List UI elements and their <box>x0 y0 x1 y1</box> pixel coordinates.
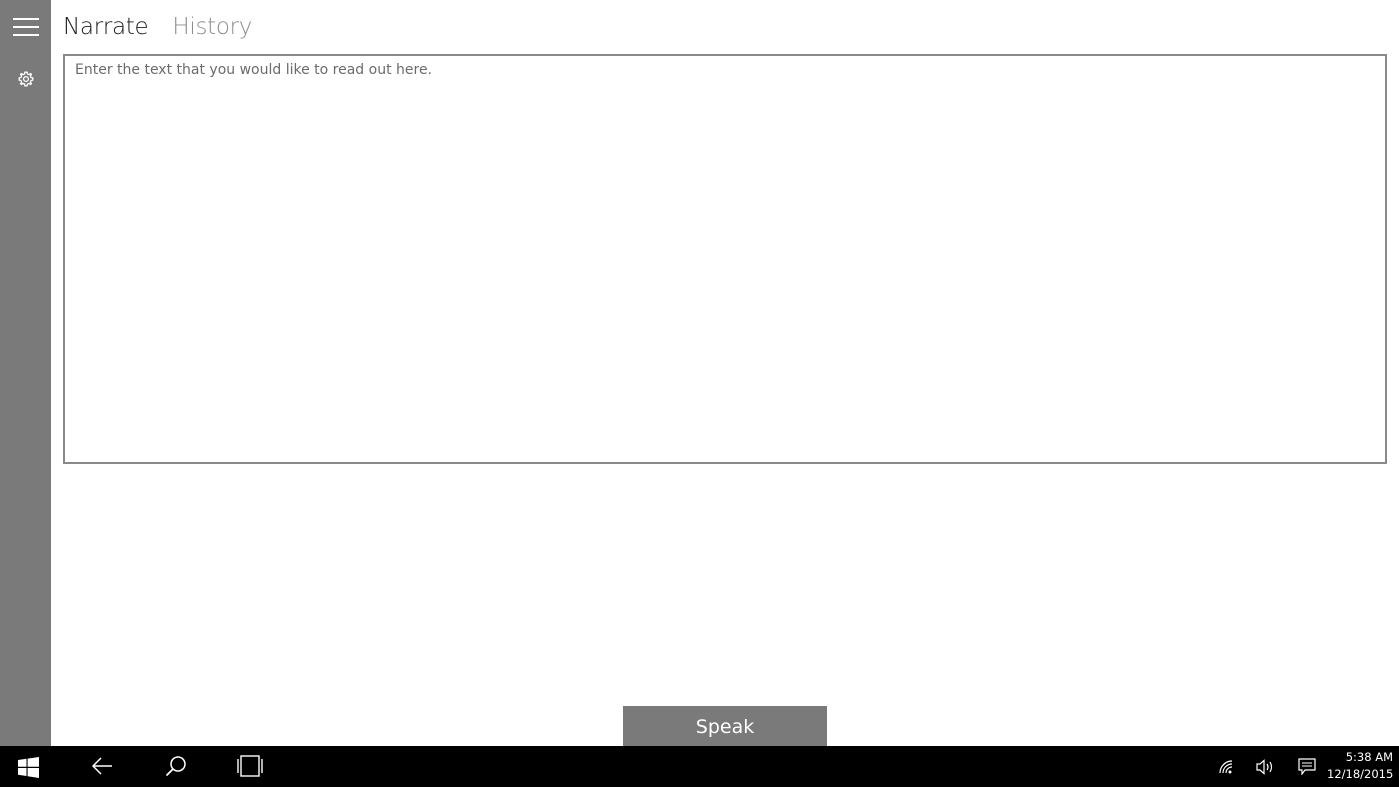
action-center-icon <box>1298 758 1316 775</box>
back-arrow-icon <box>91 757 112 775</box>
windows-start-icon <box>18 757 39 778</box>
narration-text-box <box>63 54 1387 464</box>
tab-bar: Narrate History <box>63 9 276 45</box>
tab-history[interactable]: History <box>172 9 252 45</box>
narration-text-input[interactable] <box>65 56 1385 462</box>
clock-date: 12/18/2015 <box>1327 767 1394 781</box>
settings-gear-icon <box>18 71 34 87</box>
search-icon <box>165 756 186 777</box>
task-view-icon <box>237 755 263 777</box>
wifi-icon <box>1219 760 1233 774</box>
sidebar <box>0 0 51 746</box>
tab-narrate[interactable]: Narrate <box>63 9 149 45</box>
back-button[interactable] <box>72 746 132 787</box>
volume-tray-button[interactable] <box>1252 746 1280 787</box>
task-view-button[interactable] <box>220 746 280 787</box>
clock-time: 5:38 AM <box>1345 750 1393 764</box>
taskbar-clock[interactable]: 5:38 AM 12/18/2015 <box>1327 749 1393 783</box>
action-center-tray-button[interactable] <box>1293 746 1321 787</box>
narrator-app-window: Narrate History Speak <box>0 0 1399 746</box>
start-button[interactable] <box>0 746 60 787</box>
volume-icon <box>1256 759 1273 775</box>
hamburger-menu-icon <box>13 18 39 36</box>
search-button[interactable] <box>146 746 206 787</box>
settings-button[interactable] <box>0 60 51 96</box>
network-tray-button[interactable] <box>1212 746 1240 787</box>
hamburger-menu-button[interactable] <box>0 0 51 52</box>
speak-button[interactable]: Speak <box>623 706 827 746</box>
windows-taskbar: 5:38 AM 12/18/2015 <box>0 746 1399 787</box>
